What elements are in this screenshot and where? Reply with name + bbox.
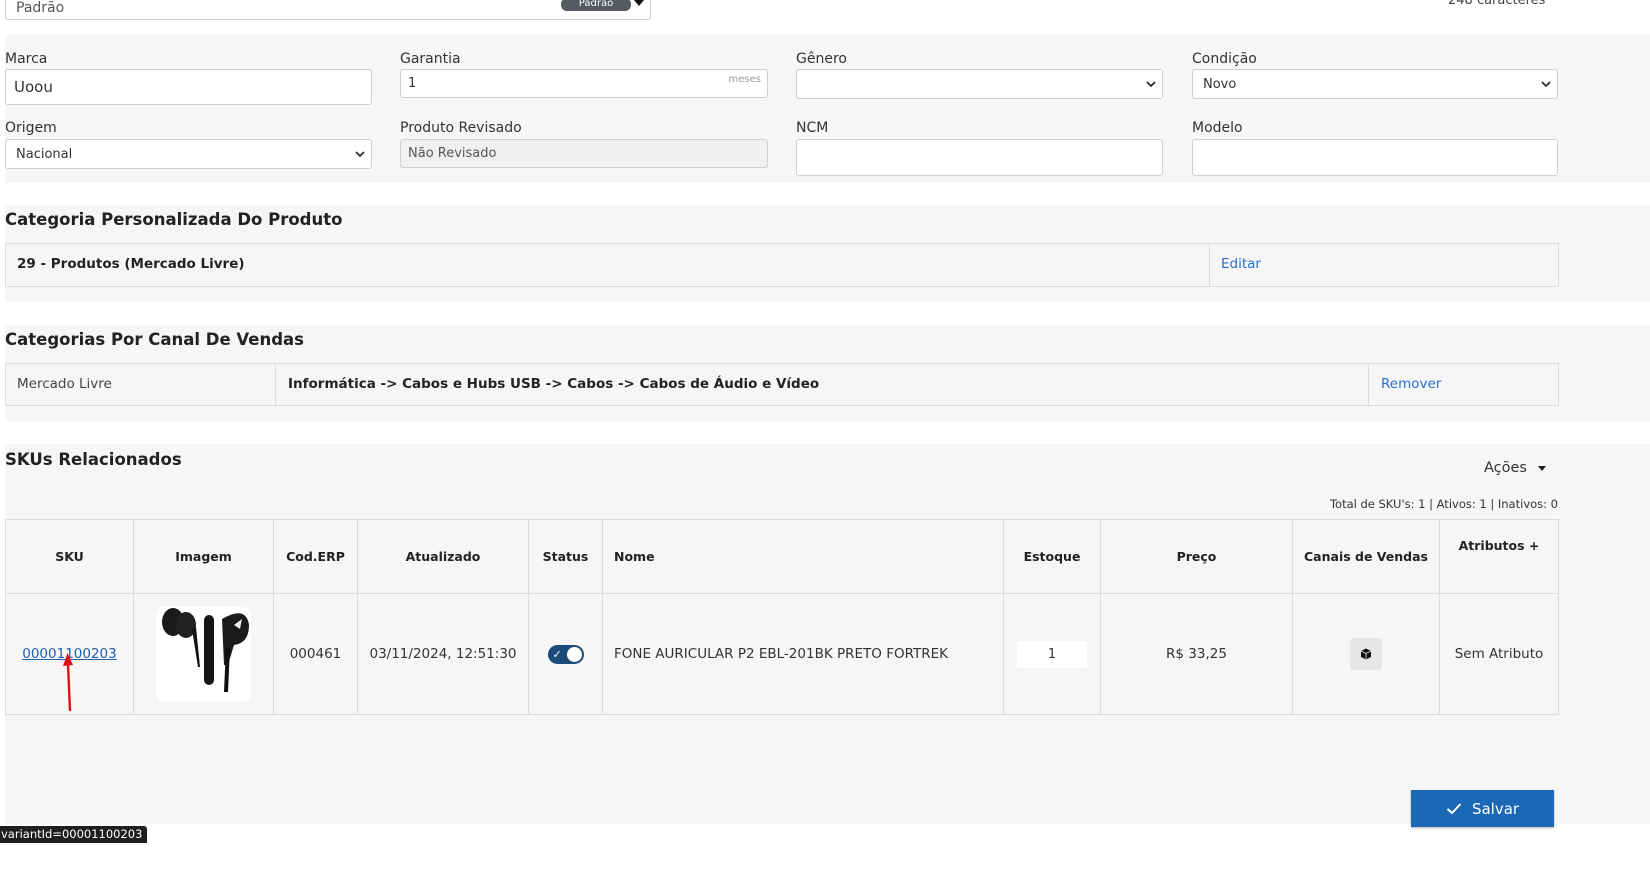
origem-select[interactable]: Nacional bbox=[5, 139, 372, 169]
col-imagem: Imagem bbox=[133, 519, 274, 594]
template-badge-label: Padrão bbox=[578, 0, 614, 9]
modelo-label: Modelo bbox=[1192, 120, 1243, 136]
annotation-arrow bbox=[63, 653, 73, 712]
price-cell: R$ 33,25 bbox=[1100, 593, 1293, 715]
col-preco: Preço bbox=[1100, 519, 1293, 594]
custom-category-divider bbox=[1209, 243, 1210, 287]
channel-box-icon[interactable] bbox=[1350, 638, 1382, 670]
channel-category-divider-1 bbox=[275, 363, 276, 406]
revisado-value: Não Revisado bbox=[408, 146, 497, 161]
ncm-label: NCM bbox=[796, 120, 829, 136]
col-sku: SKU bbox=[5, 519, 134, 594]
marca-value: Uoou bbox=[14, 78, 53, 96]
col-status: Status bbox=[528, 519, 603, 594]
revisado-field: Não Revisado bbox=[400, 139, 768, 168]
product-image bbox=[156, 606, 251, 702]
ncm-input[interactable] bbox=[796, 139, 1163, 176]
status-toggle[interactable]: ✓ bbox=[547, 644, 584, 664]
channel-category-path: Informática -> Cabos e Hubs USB -> Cabos… bbox=[288, 376, 820, 392]
browser-status-bar: variantId=00001100203 bbox=[0, 826, 148, 843]
remove-category-link[interactable]: Remover bbox=[1381, 376, 1441, 392]
attributes-cell: Sem Atributo bbox=[1439, 593, 1559, 715]
chevron-down-icon bbox=[355, 150, 365, 158]
stock-cell: 1 bbox=[1003, 593, 1101, 715]
condicao-value: Novo bbox=[1203, 76, 1237, 92]
col-nome: Nome bbox=[602, 519, 1004, 594]
condicao-select[interactable]: Novo bbox=[1192, 69, 1558, 99]
garantia-suffix: meses bbox=[728, 74, 761, 85]
char-counter: 248 caracteres bbox=[1448, 0, 1546, 8]
col-cod-erp: Cod.ERP bbox=[273, 519, 358, 594]
name-cell: FONE AURICULAR P2 EBL-201BK PRETO FORTRE… bbox=[602, 593, 1004, 715]
image-cell bbox=[133, 593, 274, 715]
skus-title: SKUs Relacionados bbox=[5, 450, 182, 469]
caret-down-icon bbox=[1537, 465, 1546, 471]
save-button-label: Salvar bbox=[1471, 799, 1520, 818]
channel-category-divider-2 bbox=[1368, 363, 1369, 406]
garantia-value: 1 bbox=[408, 76, 417, 91]
product-name-value: Padrão bbox=[16, 0, 65, 16]
origem-value: Nacional bbox=[16, 146, 73, 162]
stock-value: 1 bbox=[1047, 646, 1057, 662]
table-row: 00001100203 000461 03/11/2024, 12:51:30 … bbox=[5, 593, 1559, 715]
check-icon bbox=[1446, 803, 1462, 815]
stock-input[interactable]: 1 bbox=[1017, 640, 1087, 668]
sku-table-header: SKU Imagem Cod.ERP Atualizado Status Nom… bbox=[5, 519, 1559, 594]
toggle-knob bbox=[566, 646, 582, 662]
caret-down-icon[interactable] bbox=[634, 0, 644, 6]
earphone-image bbox=[162, 607, 249, 692]
skus-actions-dropdown[interactable]: Ações bbox=[1484, 460, 1546, 476]
template-badge: Padrão bbox=[561, 0, 631, 11]
genero-label: Gênero bbox=[796, 51, 847, 67]
custom-category-value: 29 - Produtos (Mercado Livre) bbox=[17, 256, 245, 272]
updated-cell: 03/11/2024, 12:51:30 bbox=[357, 593, 529, 715]
garantia-input[interactable]: 1 meses bbox=[400, 69, 768, 98]
col-estoque: Estoque bbox=[1003, 519, 1101, 594]
status-cell: ✓ bbox=[528, 593, 603, 715]
custom-category-title: Categoria Personalizada Do Produto bbox=[5, 210, 343, 229]
channels-cell bbox=[1292, 593, 1440, 715]
save-button[interactable]: Salvar bbox=[1411, 790, 1554, 827]
cod-erp-cell: 000461 bbox=[273, 593, 358, 715]
origem-label: Origem bbox=[5, 120, 57, 136]
revisado-label: Produto Revisado bbox=[400, 120, 522, 136]
chevron-down-icon bbox=[1146, 80, 1156, 88]
sku-table: SKU Imagem Cod.ERP Atualizado Status Nom… bbox=[5, 519, 1559, 715]
skus-summary: Total de SKU's: 1 | Ativos: 1 | Inativos… bbox=[1329, 497, 1558, 511]
actions-label: Ações bbox=[1484, 460, 1527, 476]
genero-select[interactable] bbox=[796, 69, 1163, 99]
garantia-label: Garantia bbox=[400, 51, 461, 67]
channel-category-title: Categorias Por Canal De Vendas bbox=[5, 330, 304, 349]
col-atributos[interactable]: Atributos + bbox=[1439, 519, 1559, 594]
col-canais: Canais de Vendas bbox=[1292, 519, 1440, 594]
condicao-label: Condição bbox=[1192, 51, 1257, 67]
marca-label: Marca bbox=[5, 51, 48, 67]
product-name-field[interactable]: Padrão bbox=[5, 0, 651, 20]
check-icon: ✓ bbox=[552, 647, 562, 661]
channel-name: Mercado Livre bbox=[17, 376, 112, 392]
chevron-down-icon bbox=[1541, 80, 1551, 88]
marca-input[interactable]: Uoou bbox=[5, 69, 372, 105]
modelo-input[interactable] bbox=[1192, 139, 1558, 176]
edit-category-link[interactable]: Editar bbox=[1221, 256, 1261, 272]
col-atualizado: Atualizado bbox=[357, 519, 529, 594]
